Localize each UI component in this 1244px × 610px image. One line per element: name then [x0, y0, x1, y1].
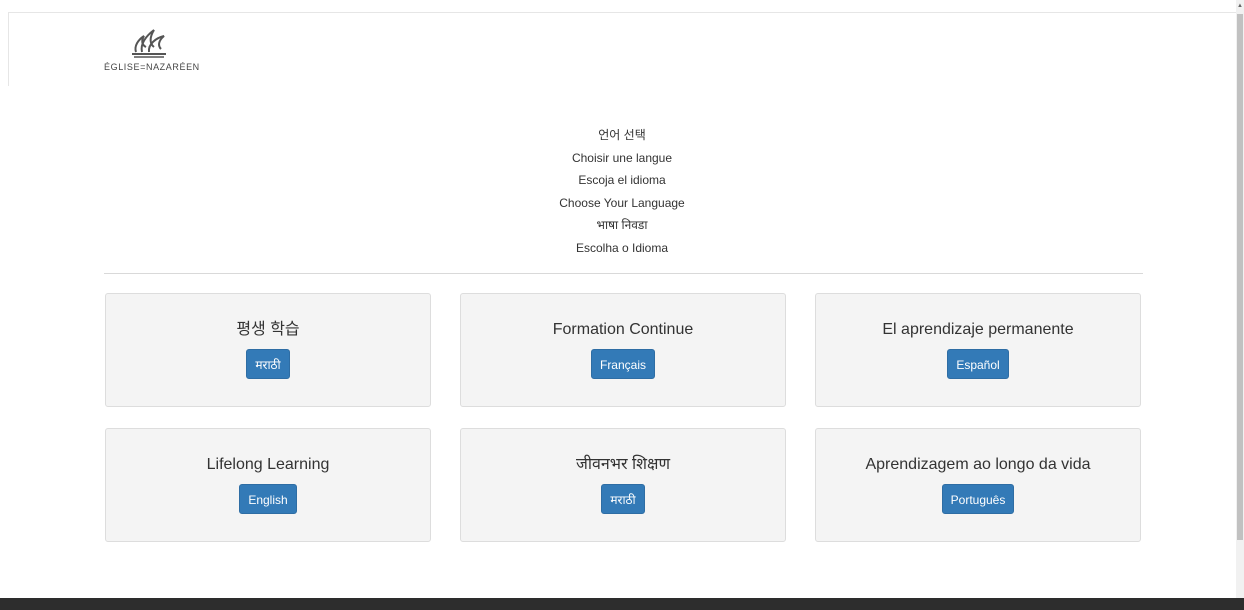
- language-prompt-french: Choisir une langue: [571, 150, 673, 165]
- language-button-spanish[interactable]: Español: [947, 349, 1009, 379]
- language-prompt-list: 언어 선택 Choisir une langue Escoja el idiom…: [0, 124, 1244, 259]
- language-prompt-marathi: भाषा निवडा: [596, 218, 648, 232]
- card-title: जीवनभर शिक्षण: [575, 456, 671, 473]
- footer: [0, 598, 1244, 610]
- card-title: Formation Continue: [552, 321, 694, 338]
- language-card-spanish: El aprendizaje permanente Español: [815, 293, 1141, 407]
- divider: [104, 273, 1143, 274]
- vertical-scrollbar[interactable]: ▲: [1236, 0, 1244, 598]
- language-button-english[interactable]: English: [239, 484, 297, 514]
- flame-logo-icon: [132, 29, 166, 58]
- language-button-french[interactable]: Français: [590, 349, 655, 379]
- page: ÉGLISE=NAZARÉEN 언어 선택 Choisir une langue…: [0, 0, 1244, 610]
- language-prompt-spanish: Escoja el idioma: [578, 173, 666, 187]
- card-title: El aprendizaje permanente: [882, 321, 1074, 338]
- language-prompt-portuguese: Escolha o Idioma: [575, 240, 669, 255]
- language-card-korean: 평생 학습 मराठी: [105, 293, 431, 407]
- logo-text: ÉGLISE=NAZARÉEN: [104, 62, 200, 72]
- language-button-marathi[interactable]: मराठी: [601, 484, 645, 514]
- language-card-marathi: जीवनभर शिक्षण मराठी: [460, 428, 786, 542]
- scrollbar-thumb[interactable]: [1237, 14, 1243, 540]
- language-prompt-korean: 언어 선택: [598, 128, 646, 142]
- language-button-korean[interactable]: मराठी: [246, 349, 290, 379]
- language-button-portuguese[interactable]: Português: [941, 484, 1015, 514]
- language-card-french: Formation Continue Français: [460, 293, 786, 407]
- card-title: Lifelong Learning: [206, 456, 330, 473]
- card-title: 평생 학습: [236, 321, 300, 338]
- language-card-english: Lifelong Learning English: [105, 428, 431, 542]
- church-logo[interactable]: ÉGLISE=NAZARÉEN: [104, 24, 234, 76]
- scroll-up-arrow-icon[interactable]: ▲: [1237, 2, 1243, 10]
- language-prompt-english: Choose Your Language: [559, 195, 685, 210]
- card-title: Aprendizagem ao longo da vida: [865, 456, 1091, 473]
- language-card-portuguese: Aprendizagem ao longo da vida Português: [815, 428, 1141, 542]
